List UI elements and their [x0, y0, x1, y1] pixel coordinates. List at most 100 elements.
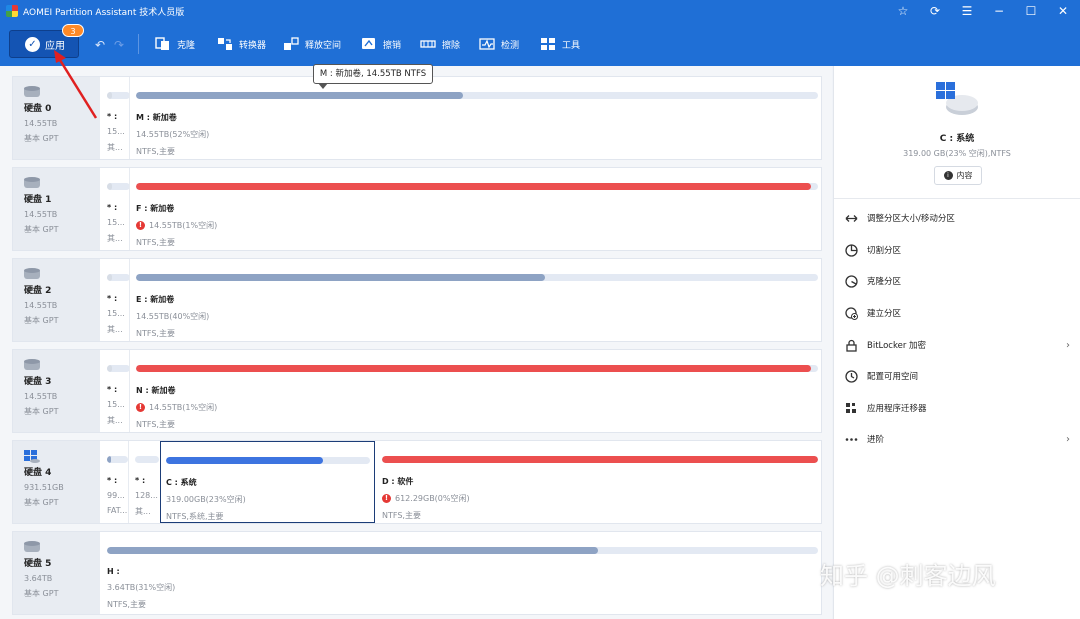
action-label: 进阶: [867, 435, 885, 445]
partition-size: 319.00GB(23%空闲): [166, 495, 246, 504]
action-label: 调整分区大小/移动分区: [867, 214, 955, 224]
action-label: BitLocker 加密: [867, 341, 927, 351]
partition-reserved[interactable]: * : 15... 其...: [101, 350, 130, 432]
partition-fs: NTFS,主要: [136, 238, 175, 247]
tools-icon: [540, 37, 556, 51]
action-bitlocker[interactable]: BitLocker 加密 ›: [834, 333, 1080, 357]
usage-bar: [107, 547, 818, 554]
usage-bar: [107, 183, 130, 190]
hard-disk-icon: [24, 177, 40, 189]
partition-e[interactable]: E : 新加卷 14.55TB(40%空闲) NTFS,主要: [130, 259, 818, 341]
toolbar-tools[interactable]: 工具: [540, 36, 580, 52]
action-advanced[interactable]: 进阶 ›: [834, 427, 1080, 451]
partition-size: 15...: [107, 218, 125, 227]
action-app-mover[interactable]: 应用程序迁移器: [834, 396, 1080, 420]
disk-row-1[interactable]: 硬盘 1 14.55TB 基本 GPT * : 15... 其... F : 新…: [12, 167, 822, 251]
disk-info[interactable]: 硬盘 3 14.55TB 基本 GPT: [13, 350, 100, 432]
hard-disk-icon: [24, 268, 40, 280]
disk-info[interactable]: 硬盘 4 931.51GB 基本 GPT: [13, 441, 100, 523]
partition-label: * :: [107, 476, 118, 485]
disk-type: 基本 GPT: [24, 498, 59, 507]
undo-icon[interactable]: ↶: [95, 38, 105, 52]
action-resize-partition[interactable]: 调整分区大小/移动分区: [834, 206, 1080, 230]
partition-c-selected[interactable]: C : 系统 319.00GB(23%空闲) NTFS,系统,主要: [160, 441, 375, 523]
partition-reserved[interactable]: * : 15... 其...: [101, 77, 130, 159]
close-icon[interactable]: ✕: [1054, 2, 1072, 20]
partition-h[interactable]: H : 3.64TB(31%空闲) NTFS,主要: [101, 532, 818, 614]
usage-bar: [135, 456, 159, 463]
usage-bar: [136, 274, 818, 281]
partition-n[interactable]: N : 新加卷 ! 14.55TB(1%空闲) NTFS,主要: [130, 350, 818, 432]
toolbar-clone[interactable]: 克隆: [155, 36, 195, 52]
resize-icon: [845, 212, 858, 225]
partition-fs: NTFS,主要: [136, 329, 175, 338]
partition-efi[interactable]: * : 99... FAT...: [101, 441, 128, 523]
properties-label: 内容: [956, 171, 973, 180]
wipe-icon: [361, 37, 377, 51]
partition-reserved[interactable]: * : 15... 其...: [101, 259, 130, 341]
disk-row-5[interactable]: 硬盘 5 3.64TB 基本 GPT H : 3.64TB(31%空闲) NTF…: [12, 531, 822, 615]
toolbar-wipe[interactable]: 擦销: [361, 36, 401, 52]
action-create-partition[interactable]: 建立分区: [834, 301, 1080, 325]
action-clone-partition[interactable]: 克隆分区: [834, 269, 1080, 293]
toolbar-convert[interactable]: 转换器: [217, 36, 266, 52]
disk-info[interactable]: 硬盘 0 14.55TB 基本 GPT: [13, 77, 100, 159]
partition-size: 3.64TB(31%空闲): [107, 583, 176, 592]
partition-size: 14.55TB(40%空闲): [136, 312, 210, 321]
disk-name: 硬盘 1: [24, 195, 52, 205]
maximize-icon[interactable]: ☐: [1022, 2, 1040, 20]
partition-fs: 其...: [107, 234, 123, 243]
partition-label: * :: [135, 476, 146, 485]
disk-type: 基本 GPT: [24, 589, 59, 598]
disk-row-2[interactable]: 硬盘 2 14.55TB 基本 GPT * : 15... 其... E : 新…: [12, 258, 822, 342]
star-icon[interactable]: ☆: [894, 2, 912, 20]
disk-info[interactable]: 硬盘 2 14.55TB 基本 GPT: [13, 259, 100, 341]
action-label: 应用程序迁移器: [867, 404, 927, 414]
check-icon: ✓: [25, 36, 40, 52]
properties-button[interactable]: i 内容: [934, 166, 982, 185]
partition-fs: NTFS,主要: [107, 600, 146, 609]
partition-msr[interactable]: * : 128... 其...: [129, 441, 159, 523]
action-allocate-space[interactable]: 配置可用空间: [834, 364, 1080, 388]
refresh-icon[interactable]: ⟳: [926, 2, 944, 20]
toolbar-test-label: 检测: [501, 40, 520, 51]
partition-d[interactable]: D : 软件 ! 612.29GB(0%空闲) NTFS,主要: [376, 441, 818, 523]
toolbar-free-space[interactable]: 释放空间: [283, 36, 341, 52]
split-icon: [845, 243, 858, 257]
system-partition-icon: [936, 82, 978, 115]
partition-label: M : 新加卷: [136, 113, 177, 122]
disk-row-3[interactable]: 硬盘 3 14.55TB 基本 GPT * : 15... 其... N : 新…: [12, 349, 822, 433]
menu-icon[interactable]: ☰: [958, 2, 976, 20]
chevron-right-icon: ›: [1066, 339, 1070, 351]
partition-label: H :: [107, 567, 120, 576]
disk-row-4[interactable]: 硬盘 4 931.51GB 基本 GPT * : 99... FAT... * …: [12, 440, 822, 524]
partition-fs: 其...: [107, 416, 123, 425]
create-partition-icon: [845, 306, 858, 320]
disk-info[interactable]: 硬盘 5 3.64TB 基本 GPT: [13, 532, 100, 614]
disk-name: 硬盘 4: [24, 468, 52, 478]
warning-icon: !: [382, 494, 391, 503]
disk-type: 基本 GPT: [24, 316, 59, 325]
minimize-icon[interactable]: −: [990, 2, 1008, 20]
partition-size: ! 14.55TB(1%空闲): [136, 220, 818, 231]
partition-size: ! 612.29GB(0%空闲): [382, 493, 818, 504]
usage-bar: [136, 183, 818, 190]
pending-operations-badge: 3: [62, 24, 84, 37]
toolbar-convert-label: 转换器: [239, 40, 267, 51]
disk-type: 基本 GPT: [24, 225, 59, 234]
apply-label: 应用: [45, 40, 65, 52]
action-label: 建立分区: [867, 309, 902, 319]
action-split-partition[interactable]: 切割分区: [834, 238, 1080, 262]
disk-info[interactable]: 硬盘 1 14.55TB 基本 GPT: [13, 168, 100, 250]
partition-size: 15...: [107, 400, 125, 409]
partition-reserved[interactable]: * : 15... 其...: [101, 168, 130, 250]
partition-label: * :: [107, 112, 118, 121]
disk-row-0[interactable]: 硬盘 0 14.55TB 基本 GPT * : 15... 其... M : 新…: [12, 76, 822, 160]
toolbar-erase[interactable]: 擦除: [420, 36, 460, 52]
partition-f[interactable]: F : 新加卷 ! 14.55TB(1%空闲) NTFS,主要: [130, 168, 818, 250]
toolbar-test[interactable]: 检测: [479, 36, 519, 52]
hard-disk-icon: [24, 359, 40, 371]
partition-fs: NTFS,主要: [382, 511, 421, 520]
partition-m[interactable]: M : 新加卷 14.55TB(52%空闲) NTFS,主要: [130, 77, 818, 159]
hard-disk-icon: [24, 541, 40, 553]
